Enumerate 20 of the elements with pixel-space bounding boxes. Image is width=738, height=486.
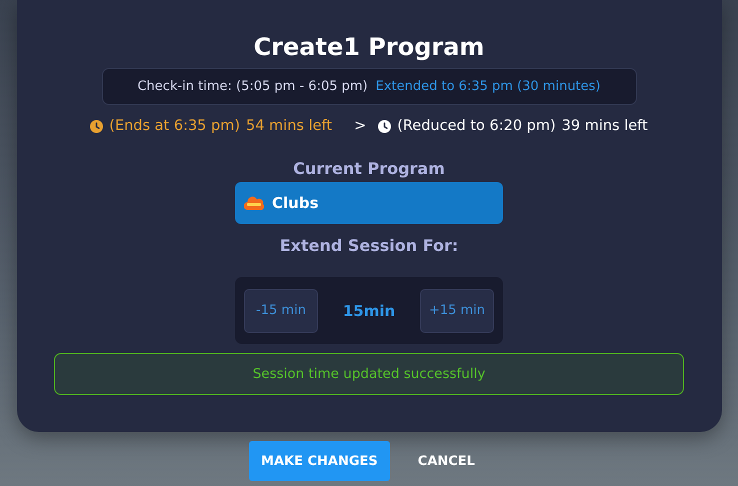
cancel-button[interactable]: CANCEL <box>404 441 489 481</box>
success-message: Session time updated successfully <box>54 353 684 395</box>
clock-icon <box>90 120 104 132</box>
clock-icon <box>378 120 392 132</box>
end-time: (Ends at 6:35 pm) <box>109 118 240 134</box>
time-left: 54 mins left <box>246 118 332 134</box>
duration-value: 15min <box>342 302 396 320</box>
increase-button[interactable]: +15 min <box>420 288 494 332</box>
cloud-logo-icon <box>244 195 264 211</box>
program-item[interactable]: Clubs <box>235 182 503 224</box>
section-heading: Current Program <box>293 159 445 178</box>
extended-time: Extended to 6:35 pm (30 minutes) <box>376 79 600 94</box>
time-left: 39 mins left <box>562 118 648 134</box>
arrow-separator: > <box>354 118 366 134</box>
dialog-title: Create1 Program <box>254 32 484 63</box>
checkin-time: Check-in time: (5:05 pm - 6:05 pm) <box>137 79 368 94</box>
section-heading: Extend Session For: <box>280 236 458 255</box>
reduced-time: (Reduced to 6:20 pm) <box>397 118 556 134</box>
make-changes-button[interactable]: MAKE CHANGES <box>249 441 390 481</box>
decrease-button[interactable]: -15 min <box>244 288 318 332</box>
